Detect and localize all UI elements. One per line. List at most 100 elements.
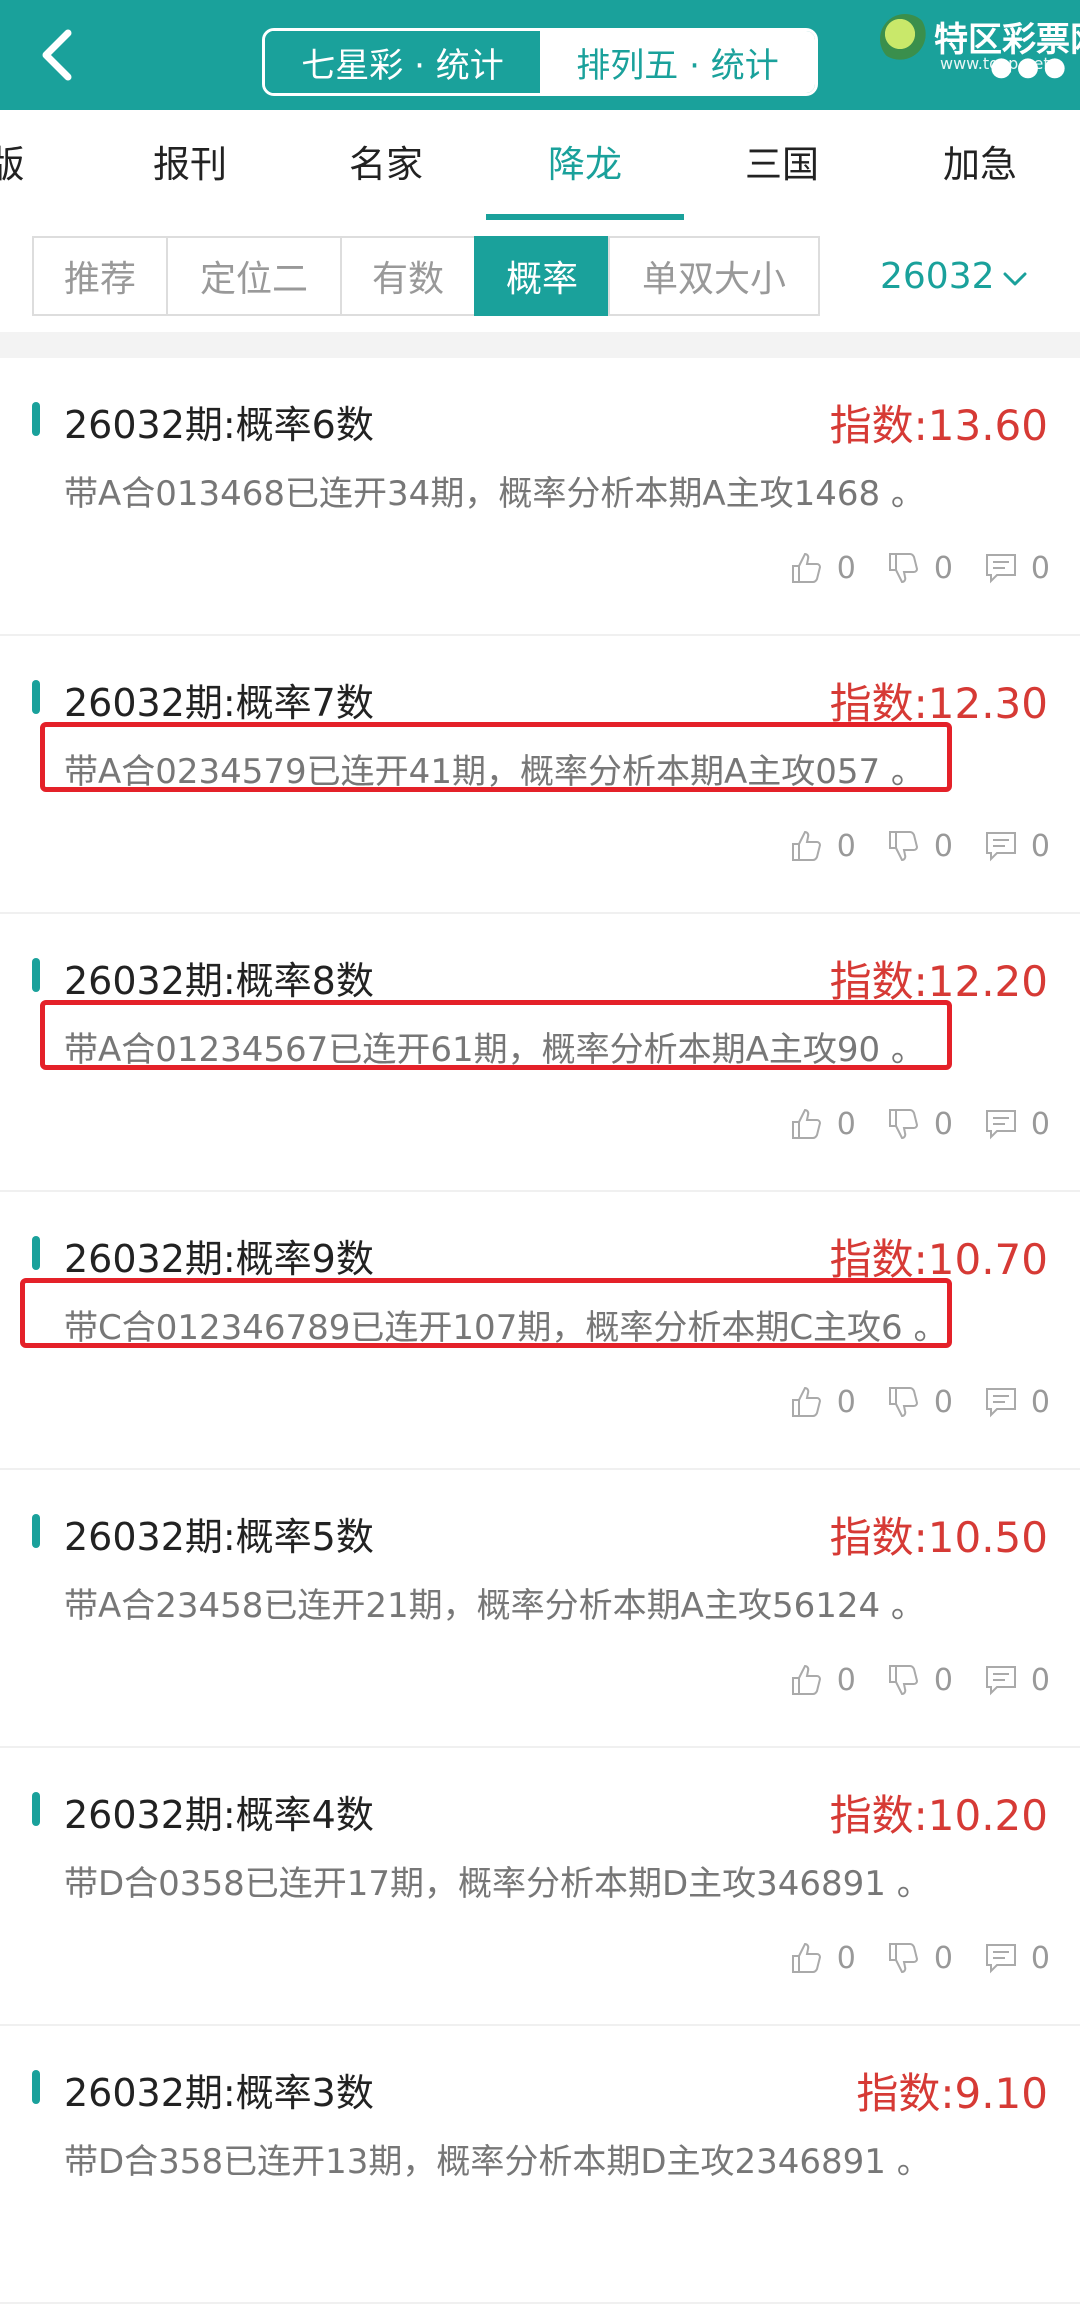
back-arrow-icon[interactable] — [30, 25, 90, 85]
item-index: 指数:10.50 — [829, 1513, 1048, 1562]
segment-pailiewu[interactable]: 排列五 · 统计 — [540, 31, 815, 93]
item-actions: 0 0 0 — [759, 1104, 1050, 1144]
item-title: 26032期:概率6数 — [64, 403, 374, 447]
dislike-button[interactable]: 0 — [886, 1662, 953, 1698]
list-item[interactable]: 26032期:概率4数 指数:10.20 带D合0358已连开17期，概率分析本… — [0, 1748, 1080, 2026]
filter-gailv[interactable]: 概率 — [474, 236, 610, 316]
dislike-button[interactable]: 0 — [886, 1940, 953, 1976]
filter-dingweier[interactable]: 定位二 — [166, 236, 342, 316]
comment-button[interactable]: 0 — [983, 1106, 1050, 1142]
item-title: 26032期:概率4数 — [64, 1793, 374, 1837]
lottery-segment-control: 七星彩 · 统计 排列五 · 统计 — [262, 28, 818, 96]
chevron-down-icon[interactable] — [1000, 264, 1030, 294]
tab-xianglong[interactable]: 降龙 — [525, 110, 645, 220]
thumbs-down-icon — [888, 553, 918, 584]
comment-count: 0 — [1030, 550, 1050, 586]
like-button[interactable]: 0 — [789, 1106, 856, 1142]
list-item[interactable]: 26032期:概率6数 指数:13.60 带A合013468已连开34期，概率分… — [0, 358, 1080, 636]
comment-button[interactable]: 0 — [983, 550, 1050, 586]
like-count: 0 — [836, 1662, 856, 1698]
more-menu-icon[interactable]: ●●● — [990, 52, 1070, 82]
list-item[interactable]: 26032期:概率9数 指数:10.70 带C合012346789已连开107期… — [0, 1192, 1080, 1470]
highlight-box — [40, 1000, 952, 1070]
item-actions: 0 0 0 — [759, 548, 1050, 588]
comment-count: 0 — [1030, 1940, 1050, 1976]
list-item[interactable]: 26032期:概率5数 指数:10.50 带A合23458已连开21期，概率分析… — [0, 1470, 1080, 1748]
comment-count: 0 — [1030, 1662, 1050, 1698]
item-actions: 0 0 0 — [759, 826, 1050, 866]
app-header: 七星彩 · 统计 排列五 · 统计 特区彩票网 www.tqcp.net ●●● — [0, 0, 1080, 110]
highlight-box — [20, 1278, 952, 1348]
like-count: 0 — [836, 550, 856, 586]
list-item[interactable]: 26032期:概率3数 指数:9.10 带D合358已连开13期，概率分析本期D… — [0, 2026, 1080, 2304]
comment-button[interactable]: 0 — [983, 1940, 1050, 1976]
highlight-box — [40, 722, 952, 792]
accent-bar — [32, 2070, 40, 2104]
thumbs-up-icon — [791, 1108, 821, 1139]
tab-mingjia[interactable]: 名家 — [326, 110, 446, 220]
filter-row: 推荐 定位二 有数 概率 单双大小 26032 — [0, 220, 1080, 332]
dislike-button[interactable]: 0 — [886, 828, 953, 864]
comment-icon — [985, 832, 1016, 862]
item-actions: 0 0 0 — [759, 1382, 1050, 1422]
item-index: 指数:10.20 — [829, 1791, 1048, 1840]
item-actions: 0 0 0 — [759, 1660, 1050, 1700]
item-index: 指数:13.60 — [829, 401, 1048, 450]
section-divider — [0, 332, 1080, 358]
item-description: 带D合0358已连开17期，概率分析本期D主攻346891 。 — [64, 1864, 931, 1904]
like-button[interactable]: 0 — [789, 1662, 856, 1698]
thumbs-up-icon — [791, 1942, 821, 1973]
comment-button[interactable]: 0 — [983, 1384, 1050, 1420]
logo-emblem-icon — [880, 14, 930, 64]
dislike-count: 0 — [933, 1940, 953, 1976]
comment-icon — [985, 1666, 1016, 1696]
dislike-button[interactable]: 0 — [886, 1384, 953, 1420]
comment-count: 0 — [1030, 1106, 1050, 1142]
item-title: 26032期:概率9数 — [64, 1237, 374, 1281]
tab-jiaji[interactable]: 加急 — [920, 110, 1040, 220]
accent-bar — [32, 402, 40, 436]
item-title: 26032期:概率3数 — [64, 2071, 374, 2115]
thumbs-down-icon — [888, 1665, 918, 1696]
thumbs-down-icon — [888, 1943, 918, 1974]
like-button[interactable]: 0 — [789, 1384, 856, 1420]
thumbs-down-icon — [888, 1387, 918, 1418]
like-count: 0 — [836, 828, 856, 864]
like-button[interactable]: 0 — [789, 1940, 856, 1976]
like-button[interactable]: 0 — [789, 828, 856, 864]
thumbs-up-icon — [791, 1386, 821, 1417]
dislike-button[interactable]: 0 — [886, 550, 953, 586]
period-selector[interactable]: 26032 — [880, 256, 995, 297]
tab-sanguo[interactable]: 三国 — [722, 110, 842, 220]
accent-bar — [32, 680, 40, 714]
item-actions: 0 0 0 — [759, 1938, 1050, 1978]
like-count: 0 — [836, 1106, 856, 1142]
tab-ban[interactable]: 版 — [0, 110, 26, 220]
tab-baokan[interactable]: 报刊 — [130, 110, 250, 220]
filter-danshuang-daxiao[interactable]: 单双大小 — [608, 236, 820, 316]
list-item[interactable]: 26032期:概率8数 指数:12.20 带A合01234567已连开61期，概… — [0, 914, 1080, 1192]
filter-tuijian[interactable]: 推荐 — [32, 236, 168, 316]
item-title: 26032期:概率8数 — [64, 959, 374, 1003]
item-title: 26032期:概率7数 — [64, 681, 374, 725]
filter-youshu[interactable]: 有数 — [340, 236, 476, 316]
accent-bar — [32, 1236, 40, 1270]
comment-button[interactable]: 0 — [983, 1662, 1050, 1698]
dislike-button[interactable]: 0 — [886, 1106, 953, 1142]
dislike-count: 0 — [933, 1662, 953, 1698]
segment-qixingcai[interactable]: 七星彩 · 统计 — [265, 31, 540, 93]
item-description: 带A合013468已连开34期，概率分析本期A主攻1468 。 — [64, 474, 925, 514]
comment-count: 0 — [1030, 1384, 1050, 1420]
like-button[interactable]: 0 — [789, 550, 856, 586]
accent-bar — [32, 958, 40, 992]
item-title: 26032期:概率5数 — [64, 1515, 374, 1559]
dislike-count: 0 — [933, 828, 953, 864]
accent-bar — [32, 1792, 40, 1826]
category-tabs: 版 报刊 名家 降龙 三国 加急 — [0, 110, 1080, 221]
comment-icon — [985, 1110, 1016, 1140]
prediction-list: 26032期:概率6数 指数:13.60 带A合013468已连开34期，概率分… — [0, 358, 1080, 2304]
dislike-count: 0 — [933, 1106, 953, 1142]
comment-button[interactable]: 0 — [983, 828, 1050, 864]
list-item[interactable]: 26032期:概率7数 指数:12.30 带A合0234579已连开41期，概率… — [0, 636, 1080, 914]
comment-count: 0 — [1030, 828, 1050, 864]
